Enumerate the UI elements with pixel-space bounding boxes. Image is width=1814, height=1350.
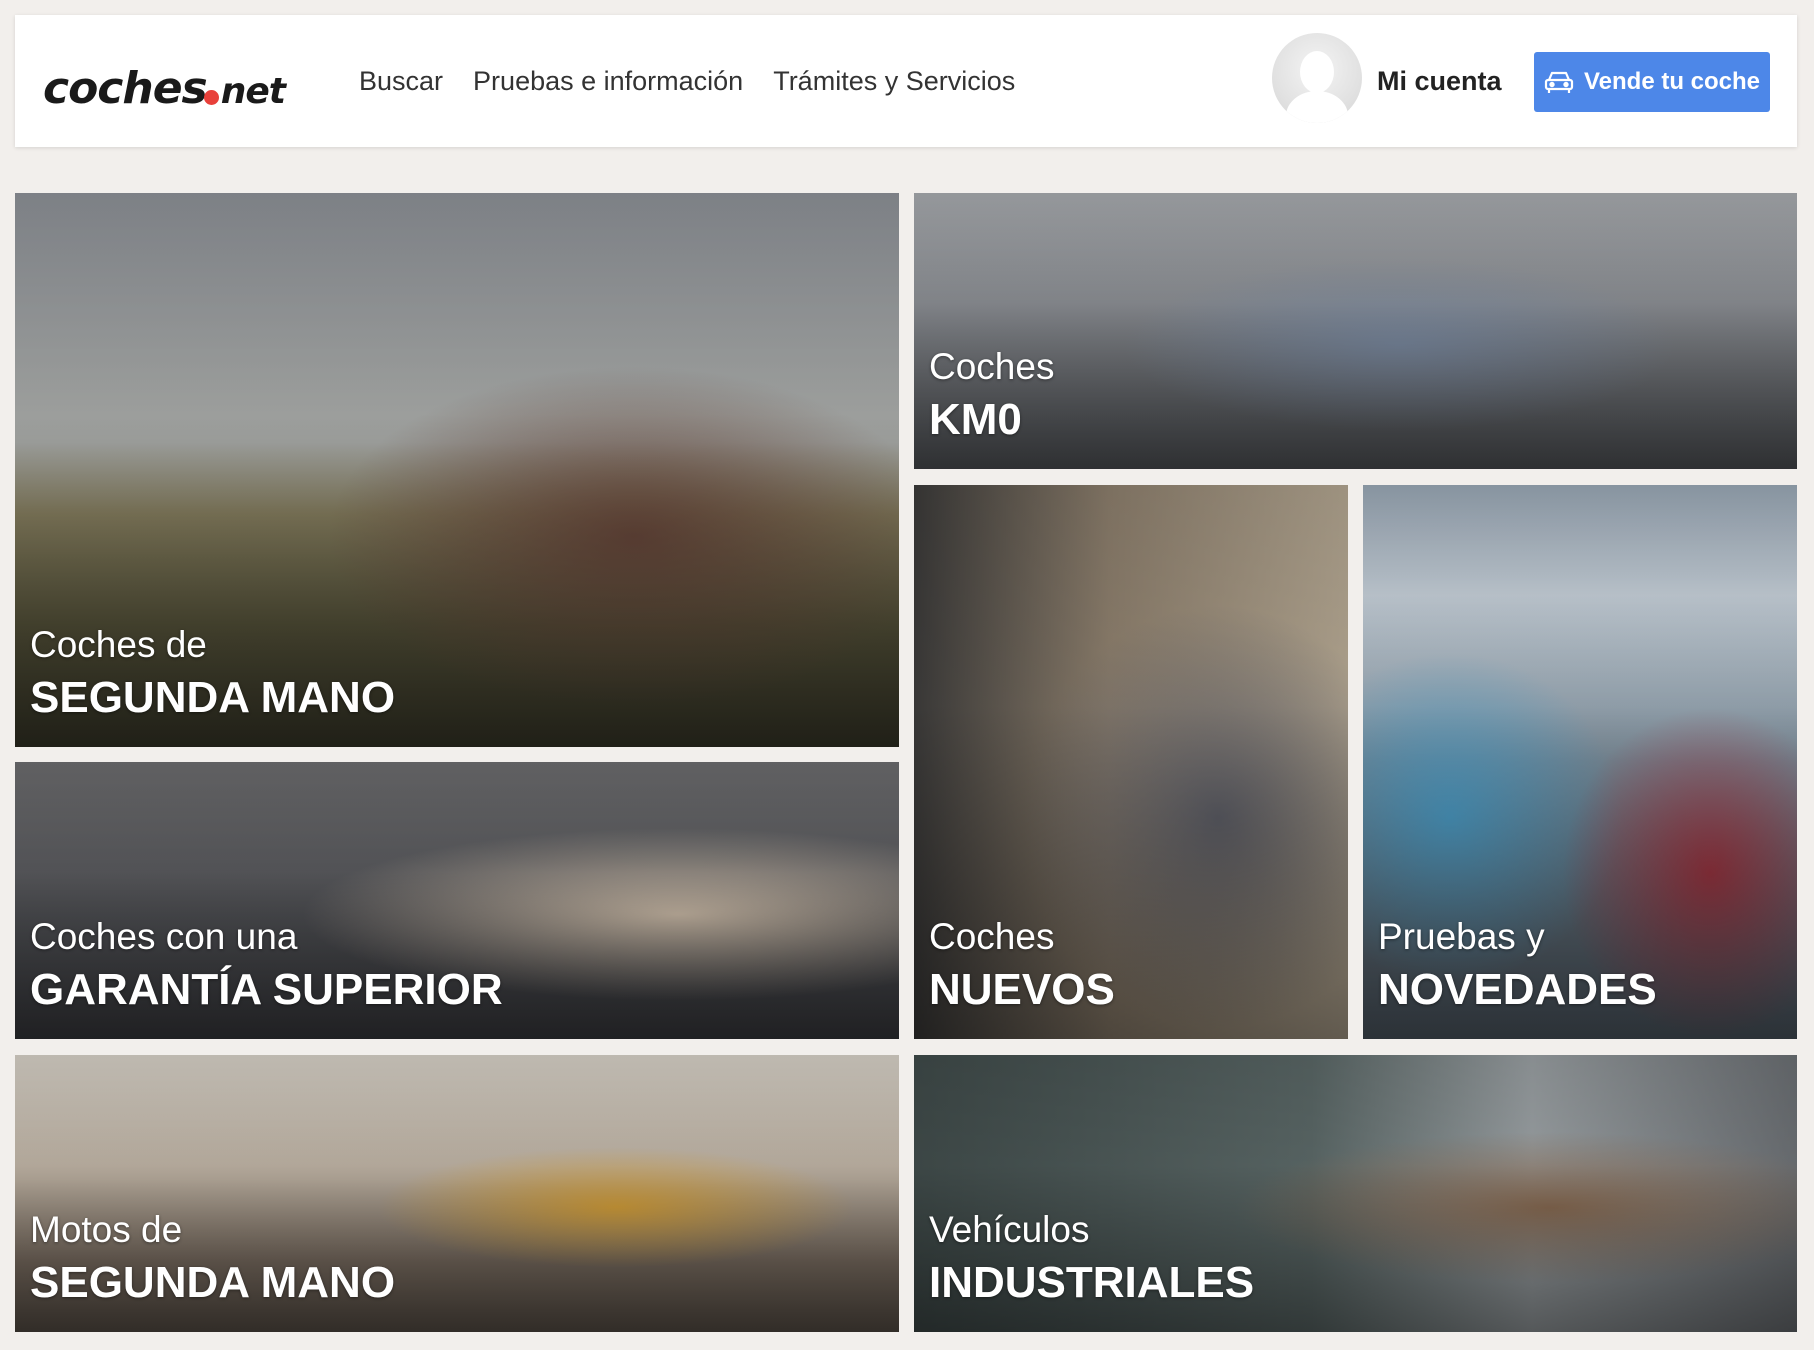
tile-label-line1: Coches de [30, 624, 207, 665]
tile-label-line2: NOVEDADES [1378, 965, 1657, 1014]
tile-reviews-news[interactable]: Pruebas y NOVEDADES [1363, 485, 1797, 1039]
tile-label-line2: SEGUNDA MANO [30, 673, 396, 722]
tile-km0-cars[interactable]: Coches KM0 [914, 193, 1797, 469]
sell-car-button[interactable]: Vende tu coche [1534, 52, 1770, 112]
tile-label-line2: NUEVOS [929, 965, 1115, 1014]
tile-label-line2: KM0 [929, 395, 1022, 444]
nav-buscar[interactable]: Buscar [359, 66, 443, 97]
tile-label: Coches con una GARANTÍA SUPERIOR [30, 913, 503, 1019]
logo-tld-text: net [220, 71, 286, 112]
user-avatar-icon[interactable] [1272, 33, 1362, 123]
tile-label: Coches KM0 [929, 343, 1054, 449]
car-icon [1544, 71, 1574, 93]
tile-label: Coches de SEGUNDA MANO [30, 621, 395, 727]
logo-dot-icon [203, 90, 219, 105]
nav-pruebas-informacion[interactable]: Pruebas e información [473, 66, 743, 97]
tile-label: Vehículos INDUSTRIALES [929, 1206, 1254, 1312]
sell-car-label: Vende tu coche [1583, 68, 1761, 95]
tile-label-line2: GARANTÍA SUPERIOR [30, 965, 503, 1014]
main-nav: Buscar Pruebas e información Trámites y … [359, 15, 1045, 147]
coches-net-logo[interactable]: coches net [43, 63, 286, 114]
tile-label-line1: Vehículos [929, 1209, 1090, 1250]
tile-label-line1: Coches [929, 916, 1055, 957]
logo-main-text: coches [43, 63, 208, 114]
tile-label-line1: Motos de [30, 1209, 183, 1250]
tile-label: Pruebas y NOVEDADES [1378, 913, 1657, 1019]
tile-label-line2: SEGUNDA MANO [30, 1258, 396, 1307]
tile-label-line1: Coches con una [30, 916, 298, 957]
tile-warranty-cars[interactable]: Coches con una GARANTÍA SUPERIOR [15, 762, 899, 1039]
site-header: coches net Buscar Pruebas e información T… [15, 15, 1797, 147]
tile-new-cars[interactable]: Coches NUEVOS [914, 485, 1348, 1039]
tile-used-motorbikes[interactable]: Motos de SEGUNDA MANO [15, 1055, 899, 1332]
tile-label-line2: INDUSTRIALES [929, 1258, 1255, 1307]
my-account-link[interactable]: Mi cuenta [1377, 15, 1502, 147]
tile-label-line1: Pruebas y [1378, 916, 1545, 957]
tile-industrial-vehicles[interactable]: Vehículos INDUSTRIALES [914, 1055, 1797, 1332]
tile-label: Coches NUEVOS [929, 913, 1115, 1019]
nav-tramites-servicios[interactable]: Trámites y Servicios [773, 66, 1015, 97]
tile-used-cars[interactable]: Coches de SEGUNDA MANO [15, 193, 899, 747]
tile-label: Motos de SEGUNDA MANO [30, 1206, 395, 1312]
tile-label-line1: Coches [929, 346, 1055, 387]
